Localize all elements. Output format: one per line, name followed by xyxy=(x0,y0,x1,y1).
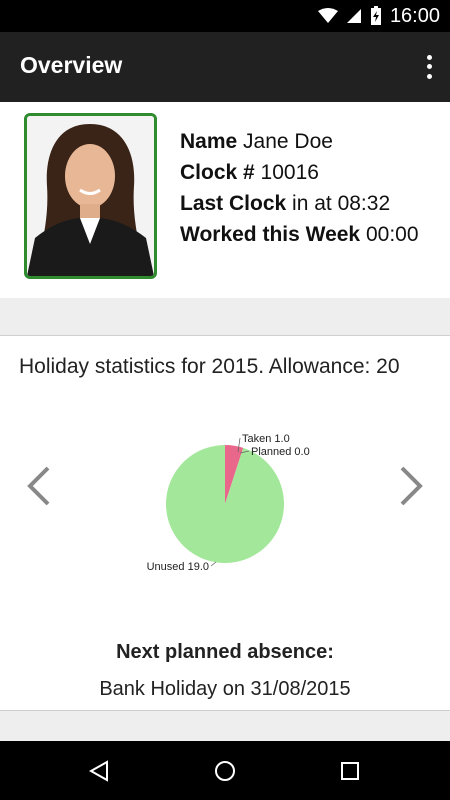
section-divider xyxy=(0,298,450,336)
name-row: Name Jane Doe xyxy=(180,126,419,157)
profile-info: Name Jane Doe Clock # 10016 Last Clock i… xyxy=(180,126,419,250)
status-bar: 16:00 xyxy=(0,0,450,32)
clock-value: 10016 xyxy=(260,161,319,184)
recents-button[interactable] xyxy=(320,741,380,800)
worked-value: 00:00 xyxy=(365,223,419,246)
holiday-pie-chart: Taken 1.0Planned 0.0 Unused 19.0 xyxy=(147,433,310,573)
name-value: Jane Doe xyxy=(243,130,333,153)
pie-label-taken: Taken 1.0 xyxy=(242,433,290,445)
chevron-right-icon[interactable] xyxy=(396,464,426,508)
name-label: Name xyxy=(180,130,238,153)
recents-icon xyxy=(341,761,359,780)
signal-icon xyxy=(346,9,361,23)
last-clock-label: Last Clock xyxy=(180,192,287,215)
chevron-left-icon[interactable] xyxy=(24,464,54,508)
worked-row: Worked this Week 00:00 xyxy=(180,219,419,250)
status-time: 16:00 xyxy=(389,4,440,27)
overflow-menu-icon[interactable] xyxy=(422,53,436,81)
last-clock-value: in at 08:32 xyxy=(292,192,391,215)
clock-row: Clock # 10016 xyxy=(180,157,419,188)
pie-label-leader-unused xyxy=(210,561,217,567)
pie-slice-unused xyxy=(166,445,284,563)
next-absence-value: Bank Holiday on 31/08/2015 xyxy=(99,678,351,700)
bottom-spacer xyxy=(0,711,450,741)
last-clock-row: Last Clock in at 08:32 xyxy=(180,188,419,219)
clock-label: Clock # xyxy=(180,161,255,184)
home-icon xyxy=(215,760,235,781)
battery-charging-icon xyxy=(370,6,381,25)
profile-photo xyxy=(24,113,157,279)
pie-label-unused: Unused 19.0 xyxy=(147,561,209,573)
back-button[interactable] xyxy=(69,741,129,800)
wifi-icon xyxy=(317,8,338,23)
page-title: Overview xyxy=(20,52,123,78)
profile-card: Name Jane Doe Clock # 10016 Last Clock i… xyxy=(0,102,450,299)
navigation-bar xyxy=(0,741,450,800)
home-button[interactable] xyxy=(195,741,255,800)
back-icon xyxy=(88,759,108,782)
app-bar: Overview xyxy=(0,32,450,102)
holiday-title: Holiday statistics for 2015. Allowance: … xyxy=(19,355,400,378)
pie-label-planned: Planned 0.0 xyxy=(251,446,310,458)
holiday-stats-card: Holiday statistics for 2015. Allowance: … xyxy=(0,336,450,711)
worked-label: Worked this Week xyxy=(180,223,361,246)
next-absence-label: Next planned absence: xyxy=(116,641,334,663)
